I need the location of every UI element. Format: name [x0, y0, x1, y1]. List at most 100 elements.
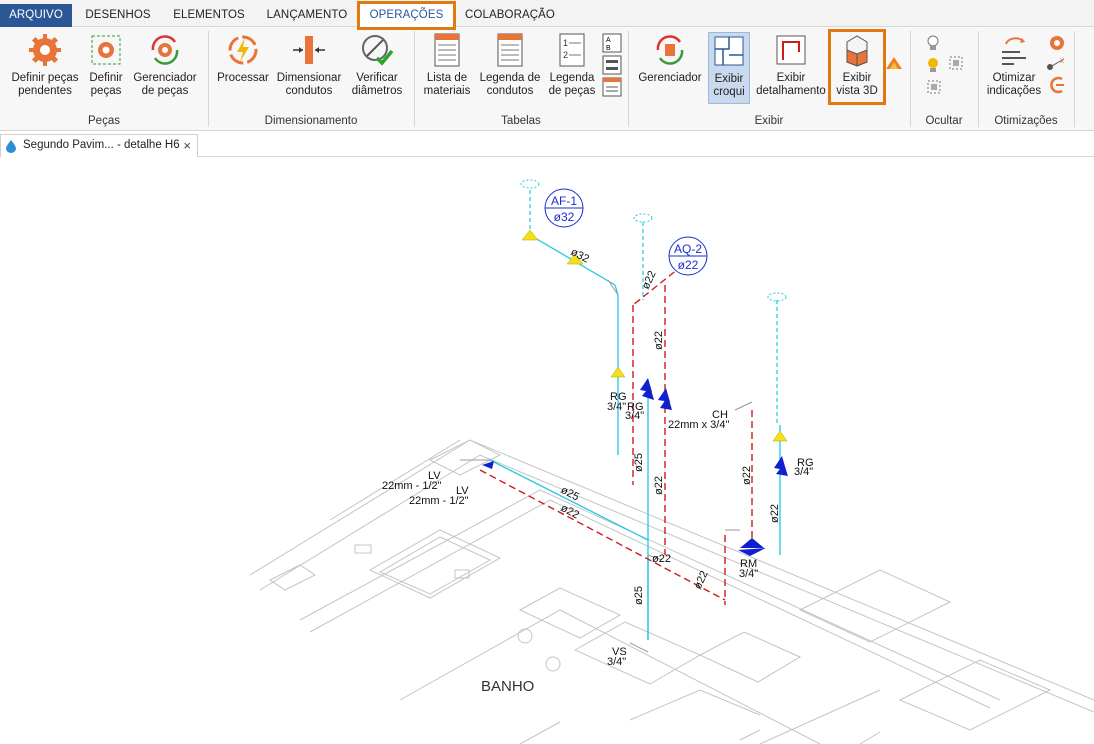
svg-text:x: x	[1060, 56, 1064, 65]
document-tab-title: Segundo Pavim... - detalhe H6	[23, 139, 180, 151]
detail-plan-icon	[776, 35, 806, 65]
close-tab-icon[interactable]: ×	[183, 135, 191, 156]
tab-lancamento[interactable]: LANÇAMENTO	[262, 4, 352, 27]
gear-cycle-icon	[151, 35, 179, 65]
label-line: Verificar	[356, 72, 398, 84]
group-label-exibir: Exibir	[754, 115, 784, 127]
diameter-label: ø25	[633, 453, 645, 472]
lv-size: 22mm - 1/2"	[382, 480, 442, 492]
floor-plan	[249, 439, 1094, 744]
verificar-diametros-button[interactable]: Verificar diâmetros	[348, 32, 406, 98]
label-line: Gerenciador	[133, 72, 197, 84]
pipe-dimension-icon	[293, 36, 325, 64]
otimizar-indicacoes-button[interactable]: Otimizar indicações	[984, 32, 1044, 98]
label-line: materiais	[423, 85, 471, 97]
group-separator	[628, 31, 629, 127]
label-line: Legenda de	[479, 72, 541, 84]
sketch-plan-icon	[714, 36, 744, 66]
group-label-otimizacoes: Otimizações	[994, 115, 1058, 127]
svg-text:A: A	[606, 37, 611, 44]
ocultar-icons[interactable]	[922, 33, 968, 99]
exibir-croqui-button[interactable]: Exibir croqui	[708, 32, 750, 104]
tab-colaboracao[interactable]: COLABORAÇÃO	[462, 4, 558, 27]
label-line: Otimizar	[992, 72, 1036, 84]
table-list-icon	[434, 33, 460, 67]
fitting-lines	[460, 279, 753, 653]
check-diameter-icon	[362, 35, 394, 66]
gear-select-icon	[91, 35, 121, 65]
group-separator	[414, 31, 415, 127]
tag-id: AF-1	[551, 194, 577, 208]
label-line: detalhamento	[756, 85, 826, 97]
water-drop-icon	[6, 140, 16, 153]
tag-id: AQ-2	[674, 242, 702, 256]
svg-text:1: 1	[563, 38, 568, 48]
lv-size: 22mm - 1/2"	[409, 495, 469, 507]
label-line: Exibir	[714, 73, 744, 85]
hidden-element-icon	[927, 80, 941, 94]
small-table-icons[interactable]: AB	[602, 33, 622, 99]
table-legend-icon	[497, 33, 523, 67]
label-line: Legenda	[549, 72, 595, 84]
gerenciador-pecas-button[interactable]: Gerenciador de peças	[131, 32, 199, 98]
diameter-label: ø22	[653, 331, 665, 350]
tab-operacoes[interactable]: OPERAÇÕES	[357, 1, 456, 30]
tag-af-1[interactable]: AF-1 ø32	[544, 188, 584, 228]
room-label: BANHO	[481, 678, 534, 695]
optimize-lines-icon	[1002, 37, 1026, 65]
label-line: diâmetros	[351, 85, 403, 97]
tag-aq-2[interactable]: AQ-2 ø22	[668, 236, 708, 276]
tag-diameter: ø32	[554, 210, 575, 224]
dimensionar-condutos-button[interactable]: Dimensionar condutos	[274, 32, 344, 98]
label-line: de peças	[548, 85, 596, 97]
exibir-vista-3d-button[interactable]: Exibir vista 3D	[828, 29, 886, 105]
ribbon: Definir peças pendentes Definir peças Ge…	[0, 27, 1094, 131]
lista-materiais-button[interactable]: Lista de materiais	[422, 32, 472, 98]
label-line: peças	[90, 85, 122, 97]
svg-text:2: 2	[563, 50, 568, 60]
label-line: Lista de	[426, 72, 468, 84]
warning-triangle-icon[interactable]	[884, 55, 904, 71]
document-tab[interactable]: Segundo Pavim... - detalhe H6 ×	[0, 134, 198, 157]
label-line: croqui	[713, 86, 745, 98]
rg-size: 3/4"	[794, 466, 813, 478]
cube-3d-icon	[846, 35, 868, 67]
select-element-icon	[949, 56, 963, 70]
group-label-tabelas: Tabelas	[501, 115, 541, 127]
processar-button[interactable]: Processar	[216, 32, 270, 85]
vs-size: 3/4"	[607, 656, 626, 668]
bulb-off-icon	[927, 35, 939, 50]
exibir-detalhamento-button[interactable]: Exibir detalhamento	[754, 32, 828, 98]
gear-pending-icon	[29, 34, 61, 66]
tab-arquivo[interactable]: ARQUIVO	[0, 4, 72, 27]
hot-water-pipes	[479, 264, 753, 605]
ch-size: 22mm x 3/4"	[668, 419, 729, 431]
label-line: condutos	[486, 85, 534, 97]
definir-pecas-button[interactable]: Definir peças	[86, 32, 126, 98]
diameter-label: ø22	[741, 466, 753, 485]
label-line: de peças	[141, 85, 189, 97]
bulb-on-icon	[928, 58, 938, 72]
legenda-pecas-button[interactable]: 1 2 Legenda de peças	[546, 32, 598, 98]
small-table-buttons: AB	[602, 33, 622, 102]
label-line: Processar	[217, 72, 269, 84]
diameter-label: ø25	[633, 586, 645, 605]
curve-icon	[1050, 76, 1064, 94]
drawing-canvas[interactable]: AF-1 ø32 AQ-2 ø22 ø32 ø22 ø22 ø25 ø22 ø2…	[0, 157, 1094, 744]
optimize-small-icons[interactable]: x	[1046, 33, 1068, 99]
rm-size: 3/4"	[739, 568, 758, 580]
label-line: vista 3D	[836, 85, 878, 97]
diameter-label: ø22	[692, 569, 711, 591]
group-separator	[978, 31, 979, 127]
group-label-dimensionamento: Dimensionamento	[264, 115, 358, 127]
group-separator	[910, 31, 911, 127]
gerenciador-button[interactable]: Gerenciador	[636, 32, 704, 85]
manager-cycle-icon	[656, 35, 684, 65]
gear-icon	[1050, 36, 1064, 50]
legenda-condutos-button[interactable]: Legenda de condutos	[478, 32, 542, 98]
isometric-drawing[interactable]: AF-1 ø32 AQ-2 ø22 ø32 ø22 ø22 ø25 ø22 ø2…	[0, 157, 1094, 744]
definir-pecas-pendentes-button[interactable]: Definir peças pendentes	[8, 32, 82, 98]
tab-desenhos[interactable]: DESENHOS	[80, 4, 156, 27]
numbered-list-icon: 1 2	[559, 33, 585, 67]
tab-elementos[interactable]: ELEMENTOS	[168, 4, 250, 27]
